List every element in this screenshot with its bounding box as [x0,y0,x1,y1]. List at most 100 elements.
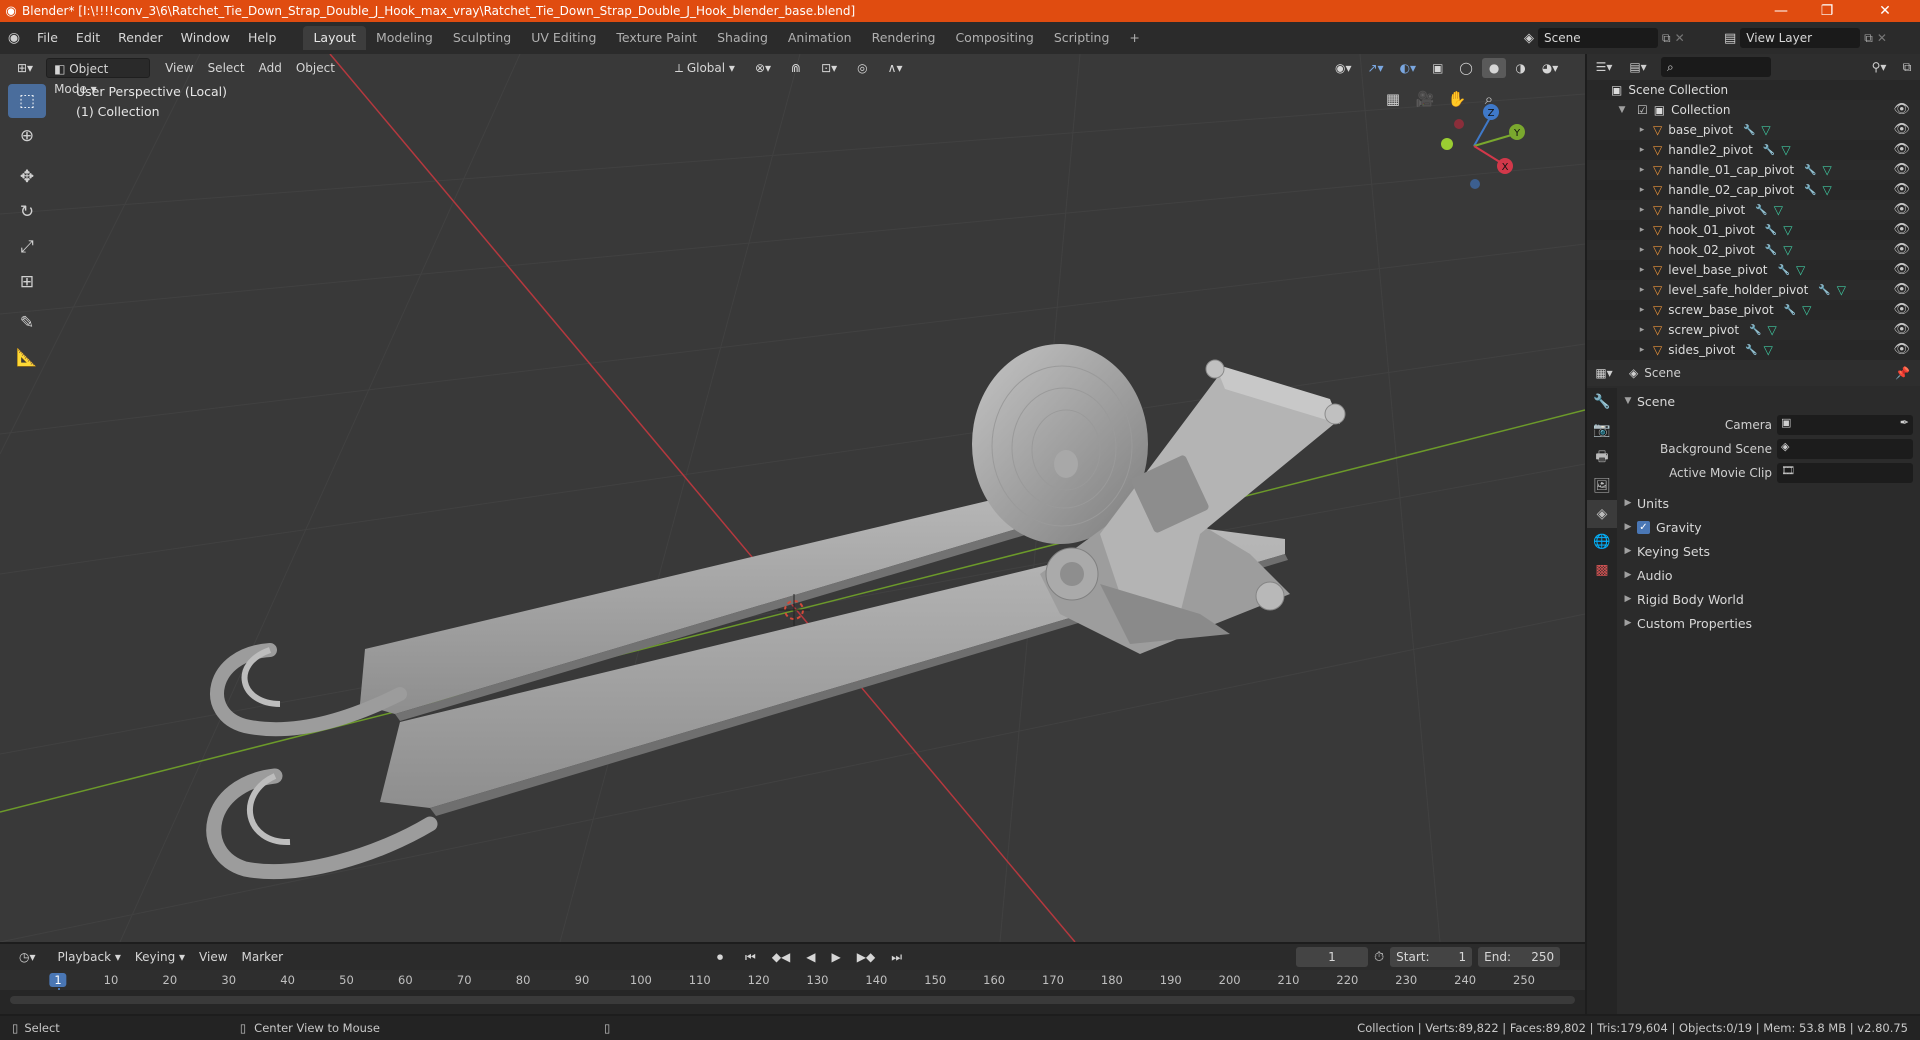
new-collection-icon[interactable]: ⧉ [1894,60,1920,75]
pivot-point-icon[interactable]: ⊗▾ [748,58,778,78]
grid-view-icon[interactable]: ▦ [1380,86,1406,112]
tab-compositing[interactable]: Compositing [945,26,1043,50]
outliner-object-row[interactable]: ▸ ▽ handle2_pivot 🔧 ▽ 👁 [1587,140,1920,160]
mesh-data-icon[interactable]: ▽ [1783,243,1792,257]
eye-icon[interactable]: 👁 [1893,242,1910,257]
mesh-data-icon[interactable]: ▽ [1761,123,1770,137]
expand-arrow-icon[interactable]: ▸ [1633,345,1651,355]
menu-help[interactable]: Help [239,27,286,49]
editor-type-icon[interactable]: ⊞▾ [10,58,40,78]
keying-sets-section[interactable]: ▶ Keying Sets [1619,540,1920,562]
snap-toggle-icon[interactable]: ⋒ [784,58,808,78]
tab-scripting[interactable]: Scripting [1044,26,1120,50]
jump-start-icon[interactable]: ⏮ [738,947,763,967]
modifier-icon[interactable]: 🔧 [1749,325,1761,336]
menu-edit[interactable]: Edit [67,27,109,49]
outliner-object-row[interactable]: ▸ ▽ level_base_pivot 🔧 ▽ 👁 [1587,260,1920,280]
remove-scene-icon[interactable]: ✕ [1675,31,1685,45]
properties-editor-type-icon[interactable]: ▦▾ [1587,366,1621,380]
mesh-data-icon[interactable]: ▽ [1796,263,1805,277]
units-section[interactable]: ▶ Units [1619,492,1920,514]
modifier-icon[interactable]: 🔧 [1818,285,1830,296]
rotate-tool-icon[interactable]: ↻ [8,195,46,229]
checkbox-icon[interactable]: ☑ [1637,103,1648,117]
neg-z-axis-handle[interactable] [1470,179,1480,189]
menu-window[interactable]: Window [172,27,239,49]
visibility-icon[interactable]: ◉▾ [1328,58,1359,78]
movie-clip-field[interactable]: 🎞 [1777,463,1913,483]
background-scene-field[interactable]: ◈ [1777,439,1913,459]
minimize-button[interactable]: — [1758,0,1804,22]
outliner-scene-collection[interactable]: ▣ Scene Collection [1587,80,1920,100]
eye-icon[interactable]: 👁 [1893,342,1910,357]
new-view-layer-icon[interactable]: ⧉ [1864,31,1873,46]
mesh-data-icon[interactable]: ▽ [1802,303,1811,317]
tool-tab-icon[interactable]: 🔧 [1587,388,1617,416]
play-reverse-icon[interactable]: ◀ [799,947,822,967]
filter-icon[interactable]: ⚲▾ [1864,60,1894,74]
falloff-icon[interactable]: ∧▾ [881,58,910,78]
expand-arrow-icon[interactable]: ▸ [1633,225,1651,235]
modifier-icon[interactable]: 🔧 [1763,145,1775,156]
tab-layout[interactable]: Layout [303,26,366,50]
timeline-editor-type-icon[interactable]: ◷▾ [12,947,43,967]
eye-icon[interactable]: 👁 [1893,262,1910,277]
mesh-data-icon[interactable]: ▽ [1823,163,1832,177]
modifier-icon[interactable]: 🔧 [1745,345,1757,356]
outliner-object-row[interactable]: ▸ ▽ hook_02_pivot 🔧 ▽ 👁 [1587,240,1920,260]
outliner-collection[interactable]: ▼ ☑ ▣ Collection 👁 [1587,100,1920,120]
modifier-icon[interactable]: 🔧 [1743,125,1755,136]
transform-tool-icon[interactable]: ⊞ [8,265,46,299]
object-mode-dropdown[interactable]: ◧ Object Mode ▾ [46,58,151,96]
xray-toggle-icon[interactable]: ▣ [1425,58,1450,78]
wireframe-shading-icon[interactable]: ◯ [1452,58,1479,78]
material-shading-icon[interactable]: ◑ [1508,58,1532,78]
blender-menu-icon[interactable]: ◉ [0,30,28,46]
outliner-object-row[interactable]: ▸ ▽ level_safe_holder_pivot 🔧 ▽ 👁 [1587,280,1920,300]
view-layer-selector[interactable]: View Layer [1740,28,1861,48]
navigation-gizmo[interactable]: Z Y X [1419,84,1529,194]
eye-icon[interactable]: 👁 [1893,202,1910,217]
display-mode-icon[interactable]: ▤▾ [1621,60,1655,74]
modifier-icon[interactable]: 🔧 [1755,205,1767,216]
outliner-editor-type-icon[interactable]: ☰▾ [1587,60,1621,74]
next-keyframe-icon[interactable]: ▶◆ [850,947,882,967]
outliner-object-row[interactable]: ▸ ▽ sides_pivot 🔧 ▽ 👁 [1587,340,1920,360]
jump-end-icon[interactable]: ⏭ [884,947,909,967]
neg-x-axis-handle[interactable] [1454,119,1464,129]
mesh-data-icon[interactable]: ▽ [1764,343,1773,357]
texture-tab-icon[interactable]: ▩ [1587,556,1617,584]
expand-arrow-icon[interactable]: ▸ [1633,125,1651,135]
eye-icon[interactable]: 👁 [1893,102,1910,117]
eye-icon[interactable]: 👁 [1893,182,1910,197]
tab-modeling[interactable]: Modeling [366,26,443,50]
world-tab-icon[interactable]: 🌐 [1587,528,1617,556]
eye-icon[interactable]: 👁 [1893,302,1910,317]
tab-texture-paint[interactable]: Texture Paint [606,26,707,50]
audio-section[interactable]: ▶ Audio [1619,564,1920,586]
mesh-data-icon[interactable]: ▽ [1783,223,1792,237]
menu-view[interactable]: View [158,58,200,78]
view-layer-browse-icon[interactable]: ▤ [1724,31,1736,46]
3d-viewport[interactable]: ⊞▾ ◧ Object Mode ▾ View Select Add Objec… [0,54,1585,942]
eye-icon[interactable]: 👁 [1893,122,1910,137]
modifier-icon[interactable]: 🔧 [1765,245,1777,256]
expand-arrow-icon[interactable]: ▸ [1633,305,1651,315]
expand-arrow-icon[interactable]: ▸ [1633,185,1651,195]
outliner-object-row[interactable]: ▸ ▽ base_pivot 🔧 ▽ 👁 [1587,120,1920,140]
outliner-object-row[interactable]: ▸ ▽ handle_02_cap_pivot 🔧 ▽ 👁 [1587,180,1920,200]
eyedropper-icon[interactable]: ✒ [1900,416,1909,429]
expand-arrow-icon[interactable]: ▸ [1633,145,1651,155]
menu-object[interactable]: Object [289,58,342,78]
eye-icon[interactable]: 👁 [1893,142,1910,157]
tab-uv-editing[interactable]: UV Editing [521,26,606,50]
menu-keying[interactable]: Keying ▾ [128,947,192,967]
menu-playback[interactable]: Playback ▾ [51,947,128,967]
scene-selector[interactable]: Scene [1538,28,1658,48]
eye-icon[interactable]: 👁 [1893,322,1910,337]
menu-timeline-view[interactable]: View [192,947,234,967]
output-tab-icon[interactable]: 🖶 [1587,444,1617,472]
expand-arrow-icon[interactable]: ▸ [1633,325,1651,335]
timeline-ruler[interactable]: 1 10 20 30 40 50 60 70 80 90 100 110 120 130 140 150 160… [0,970,1585,1014]
eye-icon[interactable]: 👁 [1893,282,1910,297]
